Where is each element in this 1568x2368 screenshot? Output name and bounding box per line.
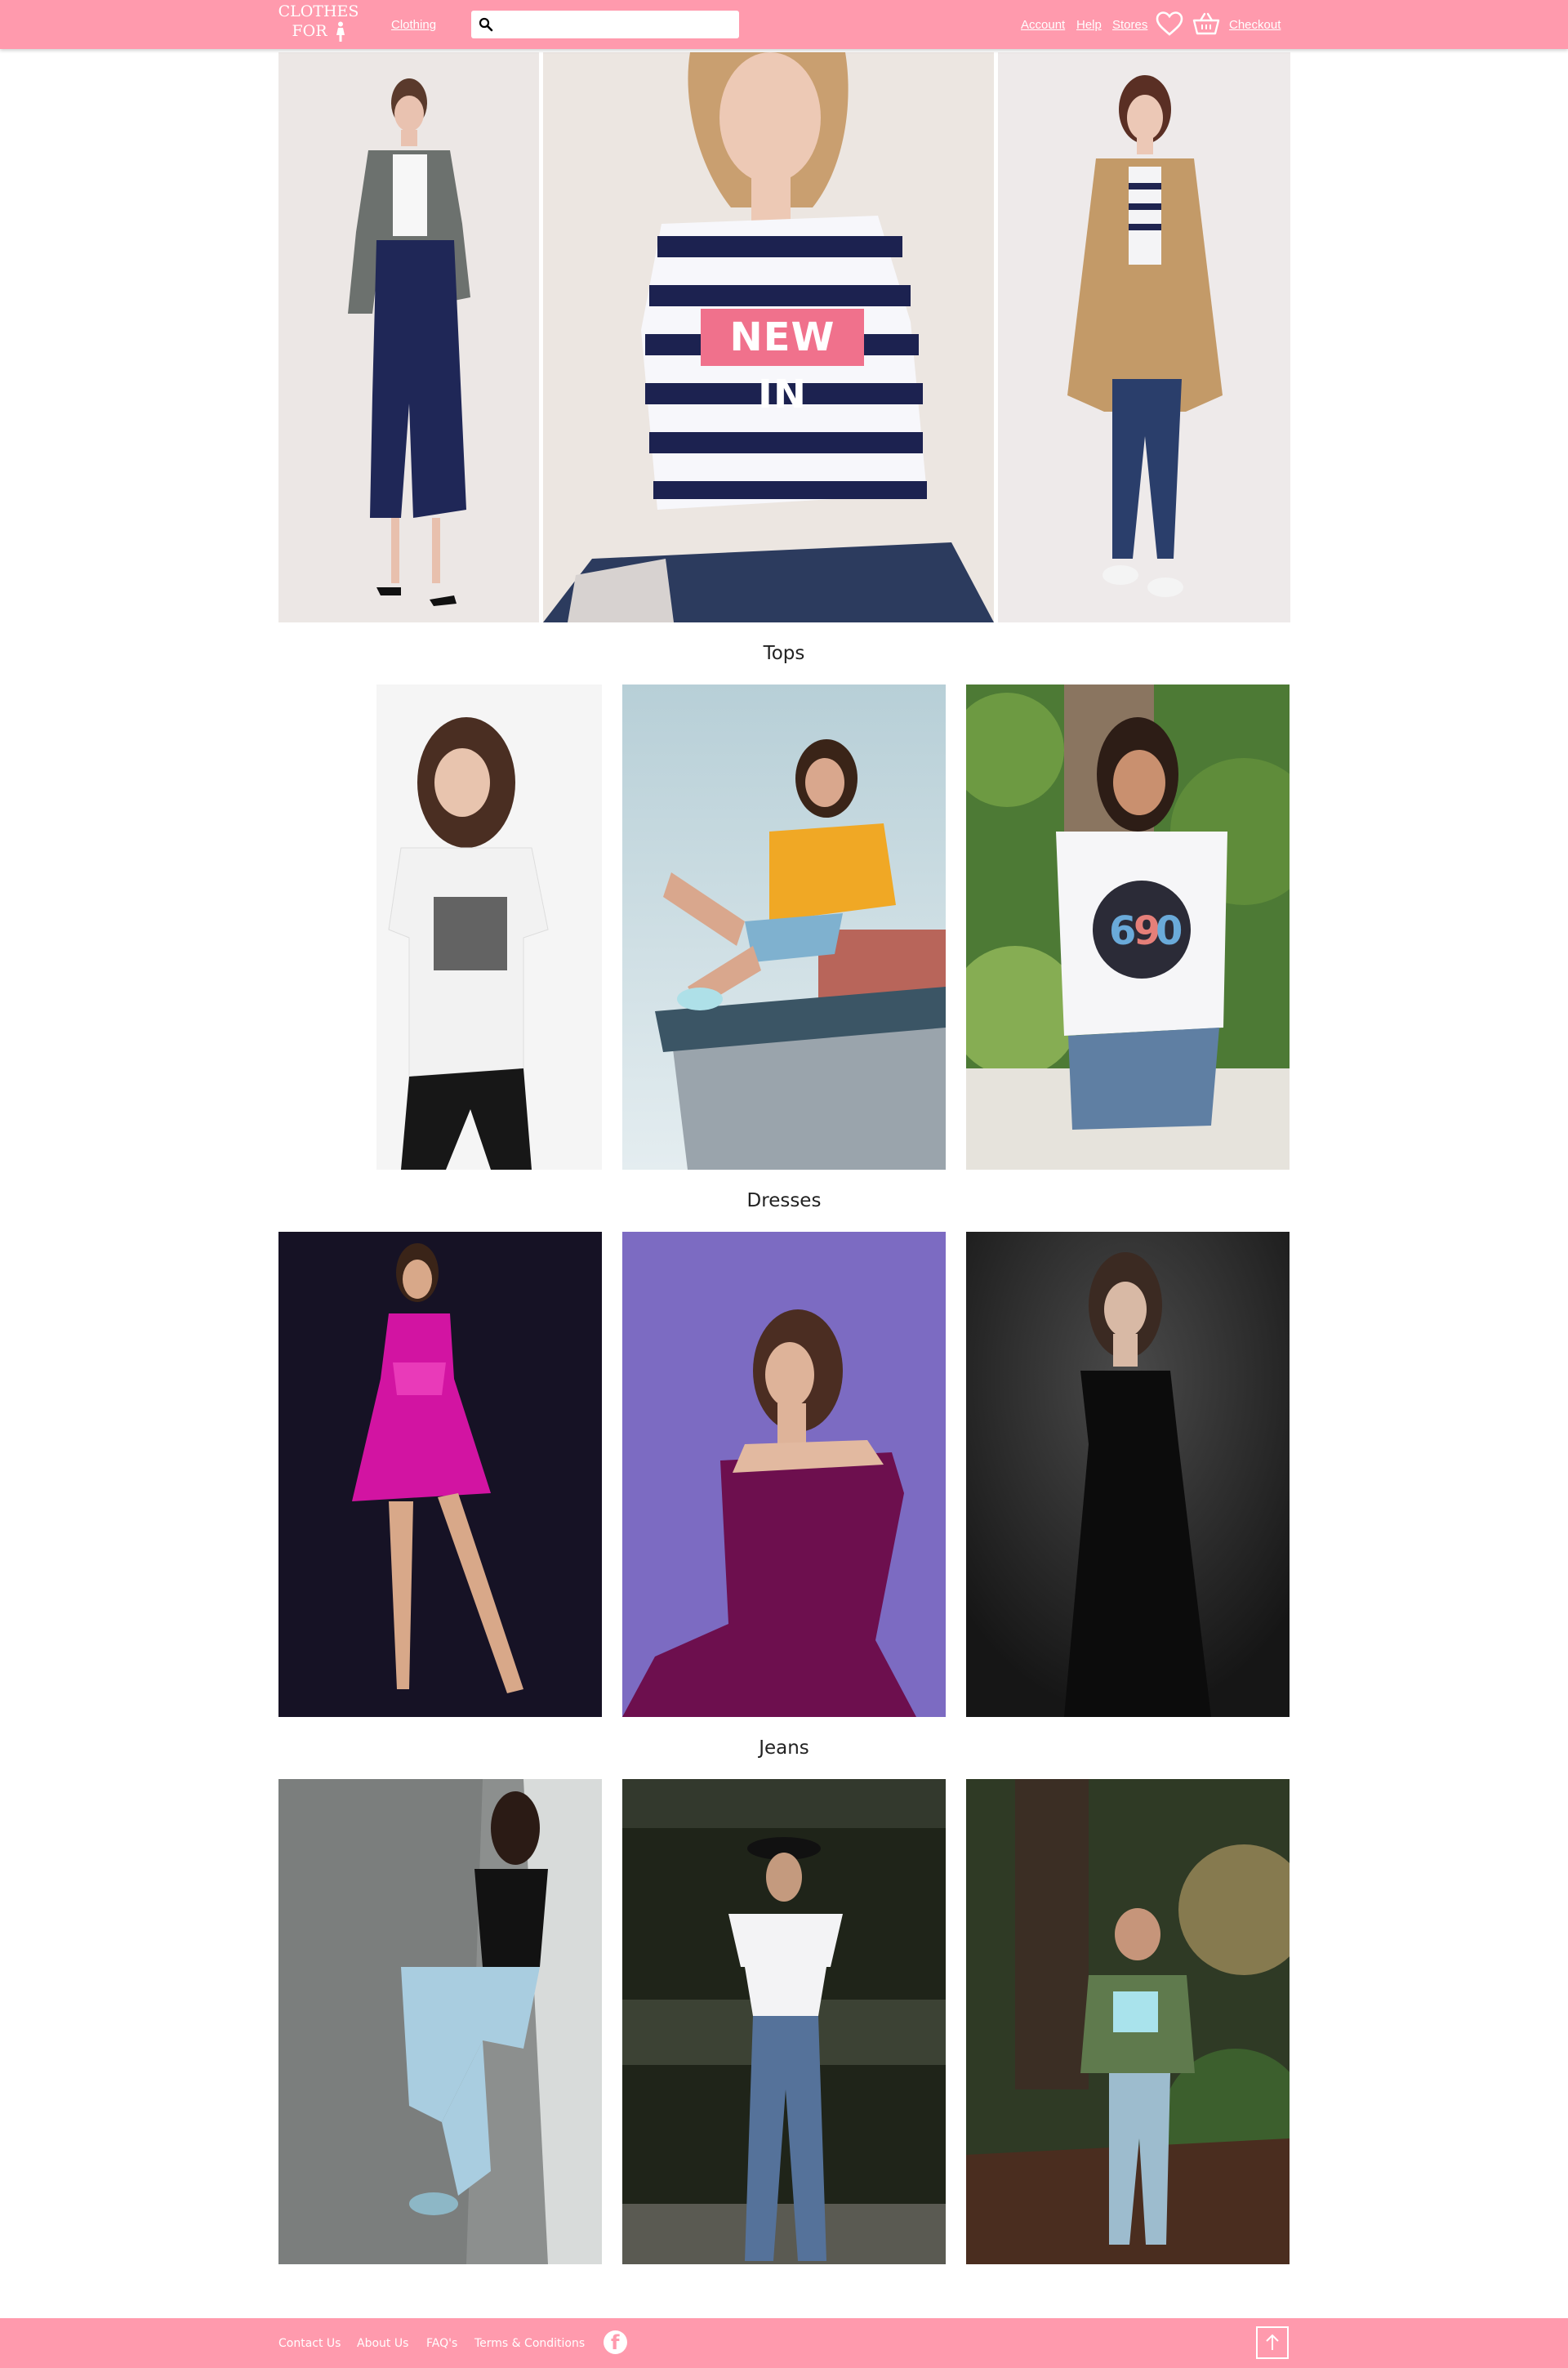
- back-to-top-button[interactable]: [1256, 2326, 1289, 2359]
- hero-image-left[interactable]: [278, 52, 539, 622]
- new-in-badge[interactable]: NEW IN: [701, 309, 864, 417]
- svg-text:6: 6: [1109, 908, 1136, 954]
- nav-stores-link[interactable]: Stores: [1112, 18, 1147, 32]
- site-logo[interactable]: CLOTHES FOR: [276, 2, 361, 46]
- nav-clothing-link[interactable]: Clothing: [391, 18, 436, 32]
- product-card-dresses-3[interactable]: [966, 1232, 1290, 1717]
- section-title-jeans: Jeans: [759, 1737, 809, 1759]
- product-card-dresses-2[interactable]: [622, 1232, 946, 1717]
- footer-contact-link[interactable]: Contact Us: [278, 2337, 341, 2350]
- product-card-tops-2[interactable]: [622, 685, 946, 1170]
- search-input[interactable]: [497, 14, 733, 35]
- search-bar: [471, 11, 739, 38]
- facebook-icon[interactable]: f: [604, 2330, 627, 2354]
- hero-left-figure: [278, 52, 539, 622]
- footer-terms-link[interactable]: Terms & Conditions: [474, 2337, 585, 2350]
- arrow-up-icon: [1266, 2334, 1279, 2350]
- product-card-dresses-1[interactable]: [278, 1232, 602, 1717]
- section-title-dresses: Dresses: [746, 1190, 822, 1211]
- footer-faq-link[interactable]: FAQ's: [426, 2337, 457, 2350]
- basket-icon[interactable]: [1192, 11, 1220, 36]
- nav-help-link[interactable]: Help: [1076, 18, 1102, 32]
- search-icon[interactable]: [479, 17, 493, 32]
- hero-right-figure: [998, 52, 1290, 622]
- site-header: CLOTHES FOR Clothing Account Help Stores…: [0, 0, 1568, 49]
- product-card-jeans-2[interactable]: [622, 1779, 946, 2264]
- product-card-jeans-3[interactable]: [966, 1779, 1290, 2264]
- site-footer: Contact Us About Us FAQ's Terms & Condit…: [0, 2318, 1568, 2368]
- product-card-tops-3[interactable]: 6 9 0: [966, 685, 1290, 1170]
- heart-icon[interactable]: [1156, 11, 1183, 37]
- footer-about-link[interactable]: About Us: [357, 2337, 408, 2350]
- section-title-tops: Tops: [763, 643, 805, 664]
- product-card-jeans-1[interactable]: [278, 1779, 602, 2264]
- logo-line1: CLOTHES: [278, 2, 359, 20]
- nav-account-link[interactable]: Account: [1021, 18, 1065, 32]
- hero-image-right[interactable]: [998, 52, 1290, 622]
- woman-icon: [336, 21, 345, 42]
- product-card-tops-1[interactable]: [278, 685, 602, 1170]
- svg-text:0: 0: [1156, 908, 1183, 954]
- nav-checkout-link[interactable]: Checkout: [1229, 18, 1281, 32]
- logo-line2: FOR: [292, 22, 327, 40]
